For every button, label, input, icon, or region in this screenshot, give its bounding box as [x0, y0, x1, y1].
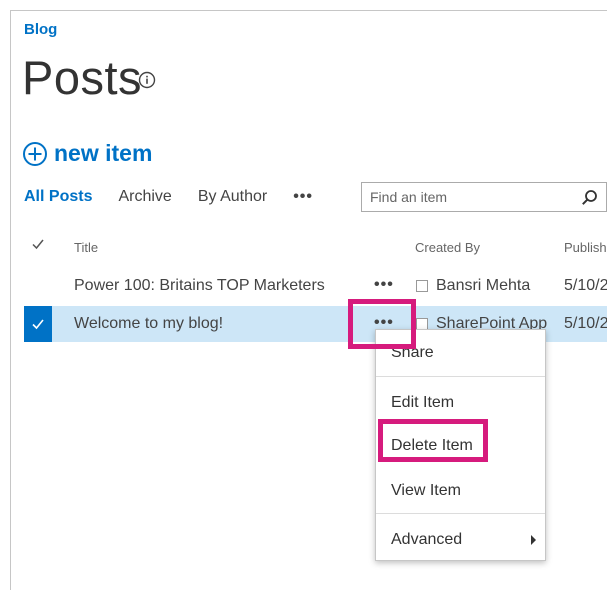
new-item-label: new item [54, 140, 153, 166]
select-all-checkmark-icon[interactable] [31, 237, 45, 251]
row-ellipsis-button[interactable]: ••• [374, 276, 394, 294]
breadcrumb-blog[interactable]: Blog [24, 21, 57, 38]
view-all-posts[interactable]: All Posts [24, 188, 92, 206]
view-archive[interactable]: Archive [118, 188, 171, 206]
new-item-button[interactable]: new item [22, 140, 152, 167]
search-icon[interactable] [581, 189, 598, 206]
column-header-published[interactable]: Publish [564, 240, 607, 255]
row-date: 5/10/2 [564, 315, 607, 332]
page-title: Posts [22, 51, 143, 104]
presence-indicator [416, 280, 428, 292]
menu-item-edit-item[interactable]: Edit Item [391, 394, 454, 412]
search-input[interactable] [362, 183, 562, 211]
annotation-highlight-delete [378, 419, 488, 462]
annotation-highlight-ellipsis [348, 299, 416, 349]
search-box [361, 182, 607, 212]
checkmark-icon [32, 319, 44, 330]
view-selector: All Posts Archive By Author ••• [24, 188, 313, 206]
submenu-arrow-icon [531, 535, 536, 545]
row-title[interactable]: Power 100: Britains TOP Marketers [74, 277, 325, 295]
more-views-button[interactable]: ••• [293, 188, 313, 206]
table-row[interactable]: Power 100: Britains TOP Marketers ••• Ba… [24, 268, 607, 304]
column-header-created-by[interactable]: Created By [415, 240, 480, 255]
menu-item-view-item[interactable]: View Item [391, 482, 461, 500]
view-by-author[interactable]: By Author [198, 188, 267, 206]
row-author[interactable]: Bansri Mehta [436, 277, 530, 295]
column-header-title[interactable]: Title [74, 240, 98, 255]
menu-separator [376, 376, 545, 377]
row-selected-checkbox[interactable] [24, 306, 52, 342]
row-date: 5/10/2 [564, 277, 607, 294]
row-title[interactable]: Welcome to my blog! [74, 315, 223, 333]
menu-separator [376, 513, 545, 514]
add-circle-icon [23, 141, 47, 166]
menu-item-advanced[interactable]: Advanced [391, 531, 462, 549]
info-icon[interactable] [138, 71, 156, 89]
